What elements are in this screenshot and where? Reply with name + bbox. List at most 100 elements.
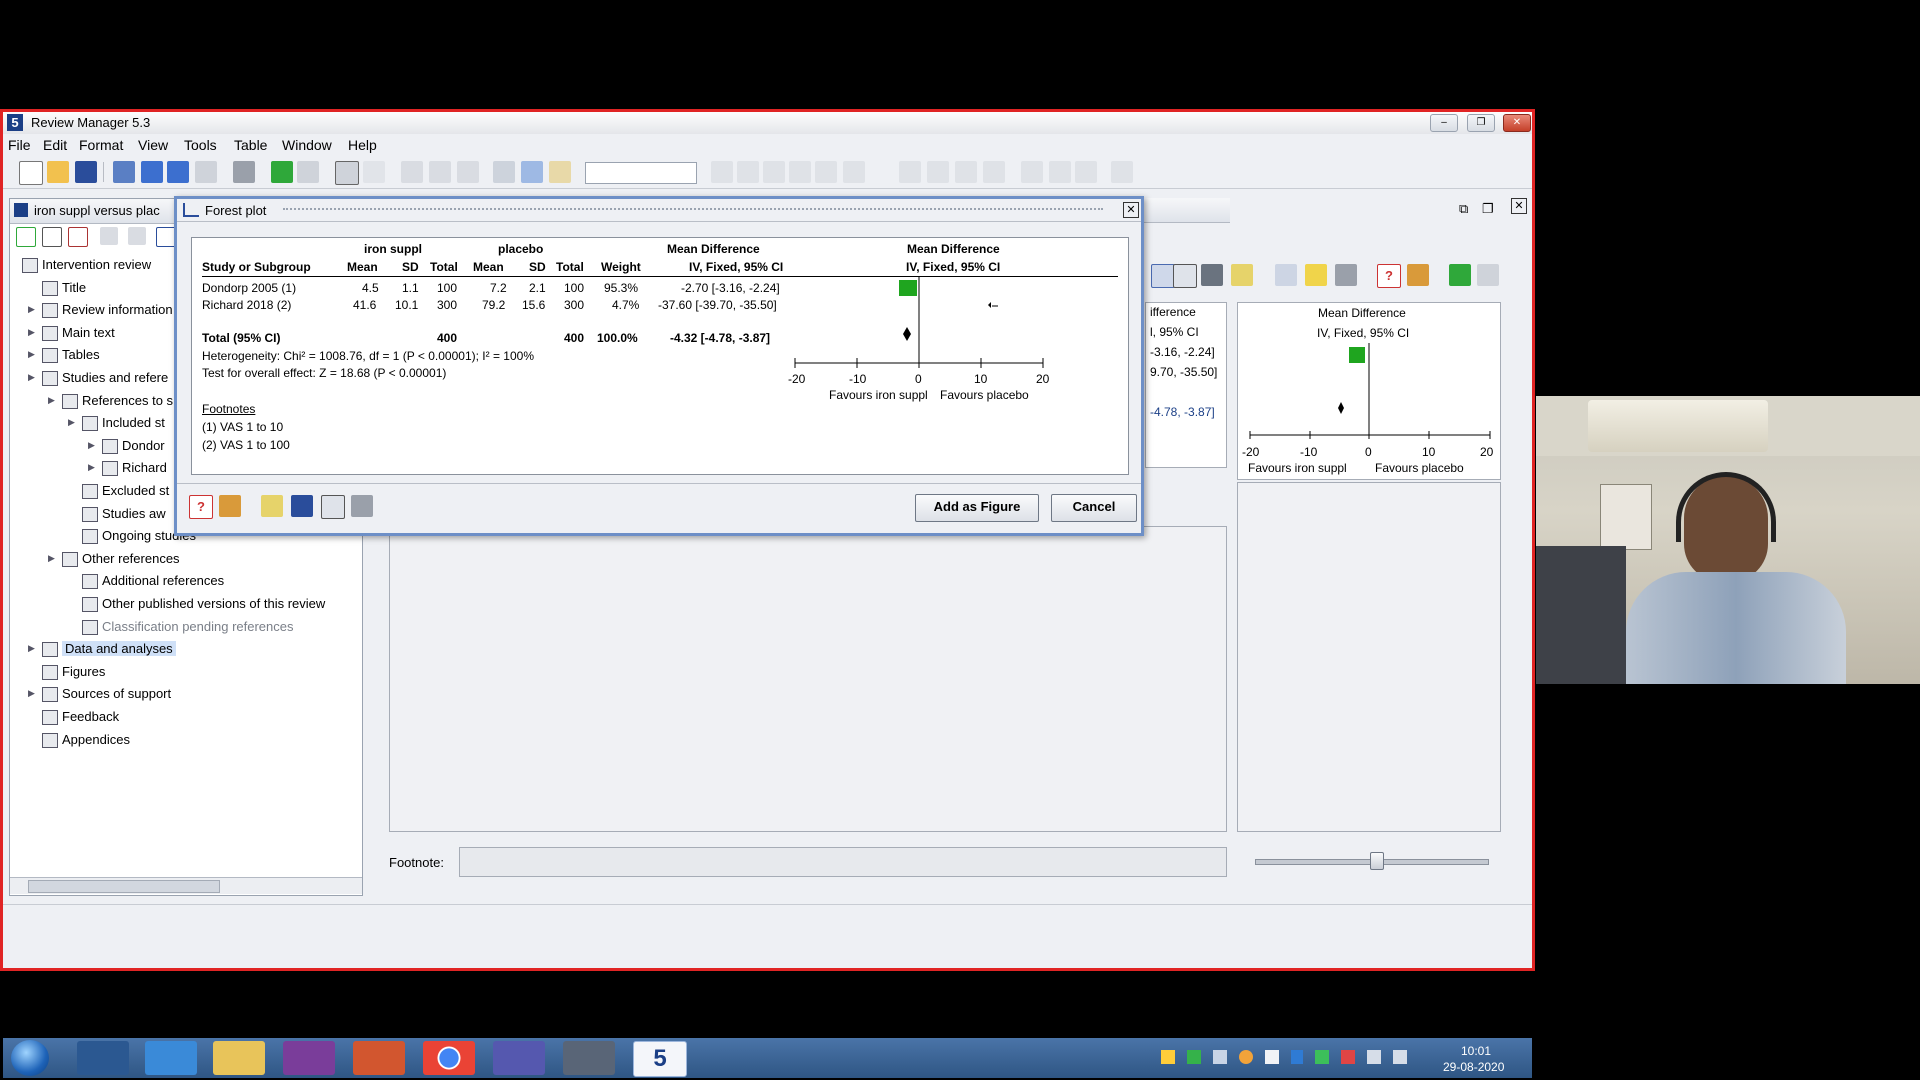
spellcheck-icon[interactable] [493, 161, 515, 183]
menu-view[interactable]: View [138, 137, 168, 153]
scrollbar-thumb[interactable] [28, 880, 220, 893]
close-button[interactable]: ✕ [1503, 114, 1531, 132]
tree-expander[interactable]: ▶ [68, 417, 75, 428]
tree-item[interactable]: Studies and refere [62, 370, 168, 385]
tray-green-app-icon[interactable] [1315, 1050, 1329, 1064]
omega-icon[interactable] [1075, 161, 1097, 183]
review-tool-icon[interactable] [563, 1041, 615, 1075]
unlink-icon[interactable] [1049, 161, 1071, 183]
minimize-button[interactable]: – [1430, 114, 1458, 132]
edit-pencil-icon[interactable] [549, 161, 571, 183]
help-icon[interactable]: ? [1377, 264, 1401, 288]
subscript-icon[interactable] [815, 161, 837, 183]
table-insert-icon[interactable] [1111, 161, 1133, 183]
tree-item[interactable]: Sources of support [62, 686, 171, 701]
forward-arrow-icon[interactable] [297, 161, 319, 183]
tree-item[interactable]: Classification pending references [102, 619, 294, 634]
numbering-icon[interactable] [927, 161, 949, 183]
footnote-input[interactable] [459, 847, 1227, 877]
menu-edit[interactable]: Edit [43, 137, 67, 153]
menu-help[interactable]: Help [348, 137, 377, 153]
copy-icon[interactable] [429, 161, 451, 183]
menu-tools[interactable]: Tools [184, 137, 217, 153]
tray-display-icon[interactable] [1367, 1050, 1381, 1064]
disabled-tool-icon[interactable] [100, 227, 118, 245]
tree-item[interactable]: Intervention review [42, 257, 151, 272]
tree-item[interactable]: Excluded st [102, 483, 169, 498]
save-icon[interactable] [75, 161, 97, 183]
tree-item[interactable]: Main text [62, 325, 115, 340]
tree-item[interactable]: Appendices [62, 732, 130, 747]
dialog-print-icon[interactable] [351, 495, 373, 517]
italic-icon[interactable] [737, 161, 759, 183]
tree-item[interactable]: Dondor [122, 438, 165, 453]
review-manager-taskbar-icon[interactable]: 5 [633, 1041, 687, 1077]
disabled-icon[interactable] [195, 161, 217, 183]
dialog-close-icon[interactable]: ✕ [1123, 202, 1139, 218]
swap-icon[interactable] [128, 227, 146, 245]
cut-icon[interactable] [401, 161, 423, 183]
dialog-help-icon[interactable]: ? [189, 495, 213, 519]
view-item-icon[interactable] [68, 227, 88, 247]
tree-item[interactable]: Title [62, 280, 86, 295]
style-dropdown[interactable] [585, 162, 697, 184]
redo-icon[interactable] [363, 161, 385, 183]
tray-action-center-icon[interactable] [1265, 1050, 1279, 1064]
book-icon[interactable] [1407, 264, 1429, 286]
tree-item[interactable]: Figures [62, 664, 105, 679]
home-icon[interactable] [113, 161, 135, 183]
internet-explorer-icon[interactable] [145, 1041, 197, 1075]
tree-expander[interactable]: ▶ [28, 304, 35, 315]
float-pane-icon[interactable]: ❐ [1482, 201, 1494, 217]
download-icon[interactable] [141, 161, 163, 183]
tree-item[interactable]: Review information [62, 302, 173, 317]
bold-icon[interactable] [711, 161, 733, 183]
menu-table[interactable]: Table [234, 137, 267, 153]
settings-icon[interactable] [1275, 264, 1297, 286]
undo-icon[interactable] [335, 161, 359, 185]
new-icon[interactable] [19, 161, 43, 185]
menu-format[interactable]: Format [79, 137, 123, 153]
tree-expander[interactable]: ▶ [28, 349, 35, 360]
tree-expander[interactable]: ▶ [88, 462, 95, 473]
bullets-icon[interactable] [899, 161, 921, 183]
menu-file[interactable]: File [8, 137, 31, 153]
tree-item[interactable]: Included st [102, 415, 165, 430]
dialog-copy-icon[interactable] [321, 495, 345, 519]
tray-red-app-icon[interactable] [1341, 1050, 1355, 1064]
tree-item[interactable]: Data and analyses [62, 641, 176, 657]
highlight-icon[interactable] [843, 161, 865, 183]
tree-expander[interactable]: ▶ [28, 372, 35, 383]
note-icon[interactable] [1305, 264, 1327, 286]
tree-expander[interactable]: ▶ [48, 395, 55, 406]
start-orb-icon[interactable] [11, 1040, 49, 1076]
tree-item[interactable]: Feedback [62, 709, 119, 724]
tree-item[interactable]: References to s [82, 393, 173, 408]
onenote-icon[interactable] [283, 1041, 335, 1075]
task-manager-icon[interactable] [77, 1041, 129, 1075]
tree-item[interactable]: Other references [82, 551, 180, 566]
outdent-icon[interactable] [955, 161, 977, 183]
restore-button[interactable]: ❐ [1467, 114, 1495, 132]
add-item-icon[interactable] [16, 227, 36, 247]
tree-item[interactable]: Richard [122, 460, 167, 475]
tray-flag-icon[interactable] [1161, 1050, 1175, 1064]
tree-expander[interactable]: ▶ [88, 440, 95, 451]
taskbar-clock-time[interactable]: 10:01 [1461, 1044, 1491, 1058]
maximize-pane-icon[interactable]: ⧉ [1459, 201, 1468, 217]
tree-expander[interactable]: ▶ [28, 327, 35, 338]
close-pane-icon[interactable]: ✕ [1511, 198, 1527, 214]
tray-volume-icon[interactable] [1393, 1050, 1407, 1064]
horizontal-scrollbar[interactable] [10, 877, 362, 894]
dialog-book-icon[interactable] [219, 495, 241, 517]
upload-icon[interactable] [167, 161, 189, 183]
teams-icon[interactable] [493, 1041, 545, 1075]
tray-bluetooth-icon[interactable] [1291, 1050, 1303, 1064]
tree-item[interactable]: Studies aw [102, 506, 166, 521]
grid-icon[interactable] [1231, 264, 1253, 286]
dialog-save-icon[interactable] [291, 495, 313, 517]
tray-network-icon[interactable] [1213, 1050, 1227, 1064]
calculator-icon[interactable] [1201, 264, 1223, 286]
tree-expander[interactable]: ▶ [48, 553, 55, 564]
taskbar-clock-date[interactable]: 29-08-2020 [1443, 1060, 1504, 1074]
